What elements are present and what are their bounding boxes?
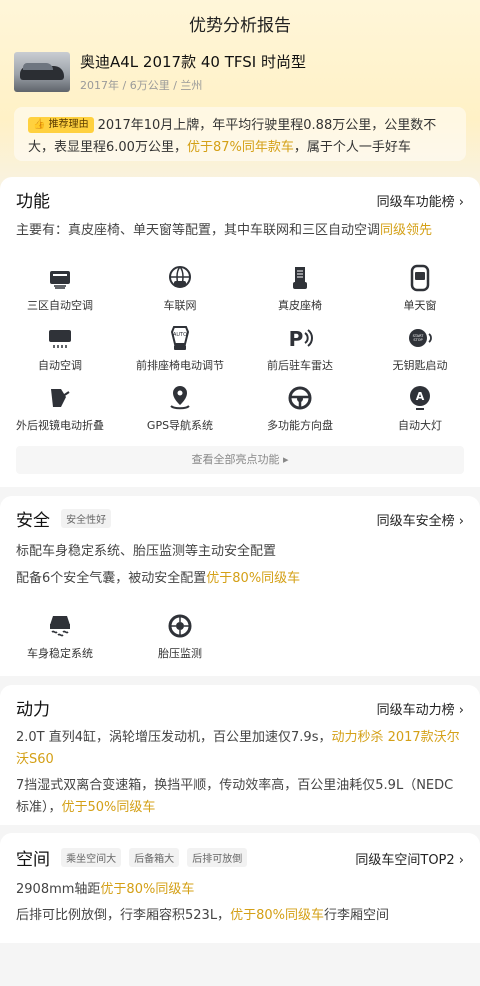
feature-keyless-start[interactable]: START STOP 无钥匙启动 xyxy=(360,324,480,384)
car-connect-icon xyxy=(166,264,194,292)
gps-icon xyxy=(166,384,194,412)
safety-rank-link[interactable]: 同级车安全榜 › xyxy=(377,510,464,529)
feature-stability[interactable]: 车身稳定系统 xyxy=(0,612,120,672)
ac-icon xyxy=(46,324,74,352)
space-rank-link[interactable]: 同级车空间TOP2 › xyxy=(355,849,464,868)
keyless-start-icon: START STOP xyxy=(406,324,434,352)
recommend-reason-box: 👍 推荐理由 2017年10月上牌，年平均行驶里程0.88万公里，公里数不大，表显… xyxy=(14,107,466,161)
power-line-2: 7挡湿式双离合变速箱，换挡平顺，传动效率高，百公里油耗仅5.9L（NEDC标准）… xyxy=(16,778,454,815)
sunroof-icon xyxy=(406,264,434,292)
feature-car-connect[interactable]: 车联网 xyxy=(120,264,240,324)
climate-icon xyxy=(46,264,74,292)
function-title: 功能 xyxy=(16,192,50,212)
space-tag-1: 乘坐空间大 xyxy=(61,848,122,867)
reason-highlight: 优于87%同年款车 xyxy=(186,140,294,155)
function-summary: 主要有：真皮座椅、单天窗等配置，其中车联网和三区自动空调同级领先 xyxy=(16,223,433,238)
feature-auto-ac[interactable]: 自动空调 xyxy=(0,324,120,384)
power-rank-link[interactable]: 同级车动力榜 › xyxy=(377,699,464,718)
feature-seat-adjust[interactable]: AUTO 前排座椅电动调节 xyxy=(120,324,240,384)
svg-text:P: P xyxy=(289,327,304,351)
feature-parking-radar[interactable]: P 前后驻车雷达 xyxy=(240,324,360,384)
safety-card: 安全 安全性好 同级车安全榜 › 标配车身稳定系统、胎压监测等主动安全配置 配备… xyxy=(0,496,480,676)
function-feature-grid: 三区自动空调 车联网 真皮座椅 单天窗 自动空调 AUTO 前排座椅电动调节 P… xyxy=(0,264,480,444)
feature-sunroof[interactable]: 单天窗 xyxy=(360,264,480,324)
feature-tire-pressure[interactable]: 胎压监测 xyxy=(120,612,240,672)
car-summary[interactable]: 奥迪A4L 2017款 40 TFSI 时尚型 2017年 / 6万公里 / 兰… xyxy=(14,52,466,96)
car-meta: 2017年 / 6万公里 / 兰州 xyxy=(80,79,203,92)
feature-steering-wheel[interactable]: 多功能方向盘 xyxy=(240,384,360,444)
safety-tag: 安全性好 xyxy=(61,509,112,528)
power-card: 动力 同级车动力榜 › 2.0T 直列4缸，涡轮增压发动机，百公里加速仅7.9s… xyxy=(0,685,480,825)
function-card: 功能 同级车功能榜 › 主要有：真皮座椅、单天窗等配置，其中车联网和三区自动空调… xyxy=(0,177,480,487)
space-title: 空间 xyxy=(16,850,50,870)
svg-text:AUTO: AUTO xyxy=(173,332,187,338)
car-name: 奥迪A4L 2017款 40 TFSI 时尚型 xyxy=(80,53,306,71)
space-tag-2: 后备箱大 xyxy=(129,848,180,867)
recommend-badge: 👍 推荐理由 xyxy=(28,117,94,133)
seat-adjust-icon: AUTO xyxy=(166,324,194,352)
svg-text:STOP: STOP xyxy=(413,338,422,342)
parking-radar-icon: P xyxy=(286,324,314,352)
mirror-fold-icon xyxy=(46,384,74,412)
feature-gps[interactable]: GPS导航系统 xyxy=(120,384,240,444)
safety-line-1: 标配车身稳定系统、胎压监测等主动安全配置 xyxy=(16,544,277,559)
space-tag-3: 后排可放倒 xyxy=(187,848,248,867)
feature-leather-seat[interactable]: 真皮座椅 xyxy=(240,264,360,324)
space-line-2: 后排可比例放倒，行李厢容积523L，优于80%同级车行李厢空间 xyxy=(16,908,389,923)
page-title: 优势分析报告 xyxy=(189,16,291,36)
safety-title: 安全 xyxy=(16,511,50,531)
power-line-1: 2.0T 直列4缸，涡轮增压发动机，百公里加速仅7.9s，动力秒杀 2017款沃… xyxy=(16,730,460,767)
safety-feature-grid: 车身稳定系统 胎压监测 xyxy=(0,612,480,672)
space-line-1: 2908mm轴距优于80%同级车 xyxy=(16,882,195,897)
steering-wheel-icon xyxy=(286,384,314,412)
view-all-features-button[interactable]: 查看全部亮点功能 ▸ xyxy=(16,446,464,474)
svg-text:A: A xyxy=(416,390,425,403)
space-card: 空间 乘坐空间大 后备箱大 后排可放倒 同级车空间TOP2 › 2908mm轴距… xyxy=(0,833,480,943)
feature-auto-headlight[interactable]: A 自动大灯 xyxy=(360,384,480,444)
safety-line-2: 配备6个安全气囊，被动安全配置优于80%同级车 xyxy=(16,571,301,586)
car-thumbnail xyxy=(14,52,70,92)
function-rank-link[interactable]: 同级车功能榜 › xyxy=(377,191,464,210)
stability-icon xyxy=(46,612,74,640)
auto-headlight-icon: A xyxy=(406,384,434,412)
recommend-reason-text: 👍 推荐理由 2017年10月上牌，年平均行驶里程0.88万公里，公里数不大，表显… xyxy=(28,117,437,155)
feature-mirror-fold[interactable]: 外后视镜电动折叠 xyxy=(0,384,120,444)
seat-icon xyxy=(286,264,314,292)
power-title: 动力 xyxy=(16,700,50,720)
tire-pressure-icon xyxy=(166,612,194,640)
feature-climate[interactable]: 三区自动空调 xyxy=(0,264,120,324)
